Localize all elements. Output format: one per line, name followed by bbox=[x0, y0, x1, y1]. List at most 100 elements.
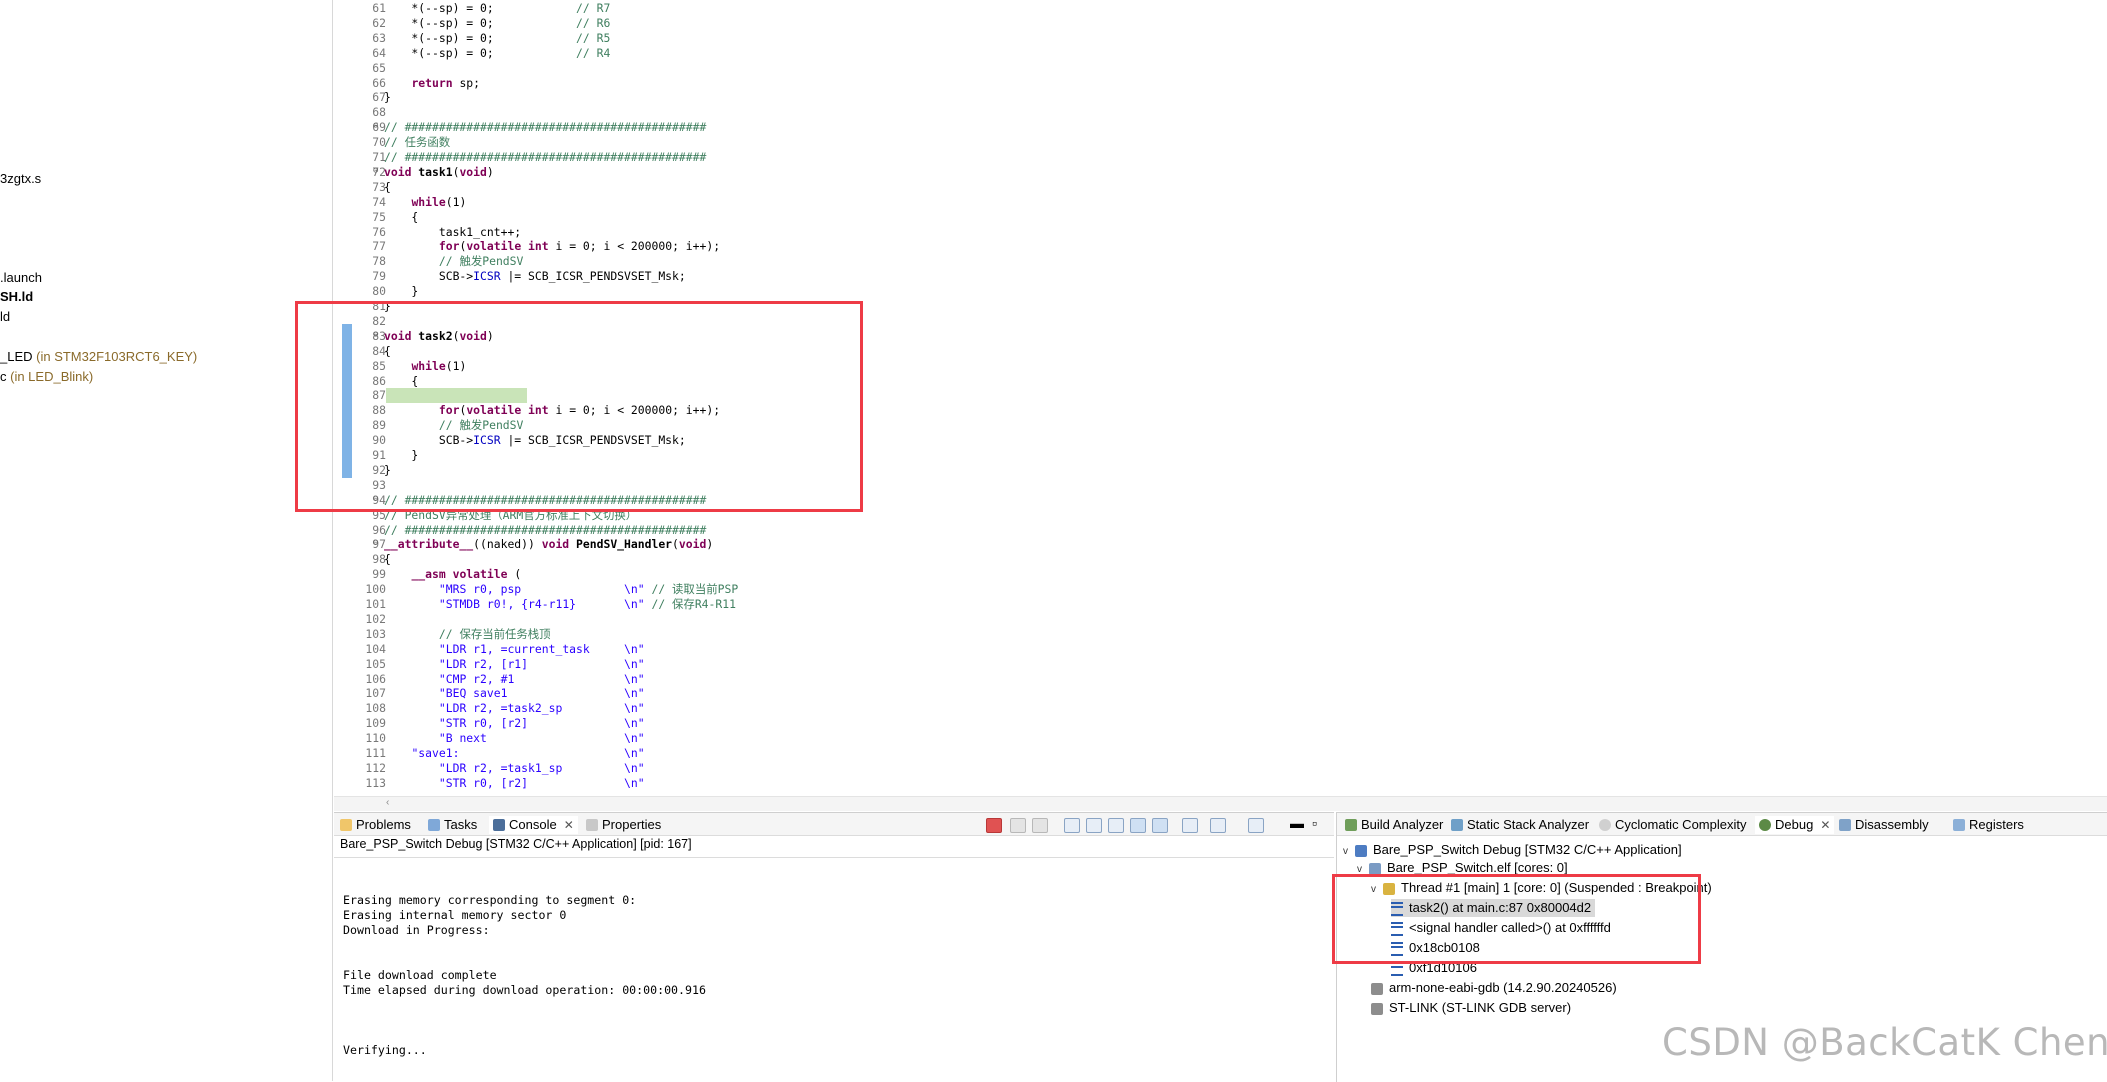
minimize-icon[interactable]: ▬ bbox=[1290, 815, 1304, 831]
project-item[interactable]: ld bbox=[0, 309, 10, 324]
tree-launch[interactable]: v Bare_PSP_Switch Debug [STM32 C/C++ Appl… bbox=[1343, 841, 1682, 861]
project-item[interactable]: c (in LED_Blink) bbox=[0, 369, 93, 384]
code-line[interactable]: 67} bbox=[334, 90, 2107, 105]
code-text: *(--sp) = 0; // R6 bbox=[384, 15, 611, 30]
pin-console-icon[interactable] bbox=[1182, 818, 1198, 833]
line-number: 66 bbox=[372, 75, 386, 90]
stlink-process-icon bbox=[1371, 1002, 1383, 1015]
code-line[interactable]: 71// ###################################… bbox=[334, 150, 2107, 165]
tree-stlink[interactable]: ST-LINK (ST-LINK GDB server) bbox=[1371, 999, 1571, 1017]
line-number: 102 bbox=[365, 611, 386, 626]
code-line[interactable]: 98{ bbox=[334, 552, 2107, 567]
tab-problems[interactable]: Problems bbox=[340, 816, 411, 834]
code-line[interactable]: 109 "STR r0, [r2] \n" bbox=[334, 716, 2107, 731]
code-line[interactable]: 74 while(1) bbox=[334, 195, 2107, 210]
display-console-icon[interactable] bbox=[1210, 818, 1226, 833]
line-number: 73 bbox=[372, 179, 386, 194]
project-item[interactable]: 3zgtx.s bbox=[0, 171, 41, 186]
code-text: while(1) bbox=[411, 194, 467, 209]
code-text: "LDR r2, [r1] \n" bbox=[438, 656, 645, 671]
close-icon[interactable]: ✕ bbox=[564, 816, 574, 834]
fold-collapse-icon[interactable]: ⊖ bbox=[373, 122, 382, 131]
debug-bug-icon bbox=[1759, 819, 1771, 831]
show-on-output-icon[interactable] bbox=[1130, 818, 1146, 833]
scroll-lock-icon[interactable] bbox=[1086, 818, 1102, 833]
project-item[interactable]: .launch bbox=[0, 270, 42, 285]
code-line[interactable]: 68 bbox=[334, 105, 2107, 120]
code-line[interactable]: 105 "LDR r2, [r1] \n" bbox=[334, 657, 2107, 672]
code-line[interactable]: 103 // 保存当前任务栈顶 bbox=[334, 627, 2107, 642]
code-line[interactable]: 78 // 触发PendSV bbox=[334, 254, 2107, 269]
code-line[interactable]: 62 *(--sp) = 0; // R6 bbox=[334, 16, 2107, 31]
code-line[interactable]: 63 *(--sp) = 0; // R5 bbox=[334, 31, 2107, 46]
code-line[interactable]: 112 "LDR r2, =task1_sp \n" bbox=[334, 761, 2107, 776]
code-line[interactable]: 66 return sp; bbox=[334, 76, 2107, 91]
code-line[interactable]: 69 ⊖// ##################################… bbox=[334, 120, 2107, 135]
remove-launch-icon[interactable] bbox=[1010, 818, 1026, 833]
code-line[interactable]: 99 __asm volatile ( bbox=[334, 567, 2107, 582]
tab-console[interactable]: Console ✕ bbox=[489, 816, 578, 834]
cyclomatic-icon bbox=[1599, 819, 1611, 831]
code-line[interactable]: 64 *(--sp) = 0; // R4 bbox=[334, 46, 2107, 61]
code-line[interactable]: 76 task1_cnt++; bbox=[334, 225, 2107, 240]
console-line: Verifying... bbox=[343, 1043, 427, 1057]
code-line[interactable]: 100 "MRS r0, psp \n" // 读取当前PSP bbox=[334, 582, 2107, 597]
tab-cyclomatic-complexity[interactable]: Cyclomatic Complexity bbox=[1599, 816, 1746, 834]
tab-static-stack-analyzer[interactable]: Static Stack Analyzer bbox=[1451, 816, 1589, 834]
editor-horizontal-scrollbar[interactable]: ‹ bbox=[334, 796, 2107, 811]
line-number: 100 bbox=[365, 582, 386, 597]
code-line[interactable]: 72 ⊖ void task1(void) bbox=[334, 165, 2107, 180]
code-text: return sp; bbox=[411, 75, 481, 90]
clear-console-icon[interactable] bbox=[1064, 818, 1080, 833]
line-number: 75 bbox=[372, 209, 386, 224]
console-line: Erasing memory corresponding to segment … bbox=[343, 893, 637, 907]
tab-build-analyzer[interactable]: Build Analyzer bbox=[1345, 816, 1443, 834]
tab-disassembly[interactable]: Disassembly bbox=[1839, 816, 1929, 834]
line-number: 98 bbox=[372, 552, 386, 567]
tree-gdb[interactable]: arm-none-eabi-gdb (14.2.90.20240526) bbox=[1371, 979, 1617, 997]
code-line[interactable]: 96// ###################################… bbox=[334, 523, 2107, 538]
terminate-icon[interactable] bbox=[986, 818, 1002, 833]
code-line[interactable]: 111 "save1: \n" bbox=[334, 746, 2107, 761]
debug-tabbar: Build Analyzer Static Stack Analyzer Cyc… bbox=[1337, 813, 2107, 836]
code-text: "LDR r1, =current_task \n" bbox=[438, 641, 645, 656]
code-line[interactable]: 75 { bbox=[334, 210, 2107, 225]
code-line[interactable]: 61 *(--sp) = 0; // R7 bbox=[334, 1, 2107, 16]
project-item[interactable]: _LED (in STM32F103RCT6_KEY) bbox=[0, 349, 197, 364]
stack-analyzer-icon bbox=[1451, 819, 1463, 831]
word-wrap-icon[interactable] bbox=[1108, 818, 1124, 833]
code-line[interactable]: 113 "STR r0, [r2] \n" bbox=[334, 776, 2107, 791]
code-line[interactable]: 70// 任务函数 bbox=[334, 135, 2107, 150]
tab-properties[interactable]: Properties bbox=[586, 816, 661, 834]
line-number: 103 bbox=[365, 626, 386, 641]
tab-debug[interactable]: Debug ✕ bbox=[1755, 816, 1835, 834]
fold-collapse-icon[interactable]: ⊖ bbox=[373, 539, 382, 548]
tab-registers[interactable]: Registers bbox=[1953, 816, 2024, 834]
show-on-error-icon[interactable] bbox=[1152, 818, 1168, 833]
new-console-icon[interactable] bbox=[1248, 818, 1264, 833]
code-text: "STR r0, [r2] \n" bbox=[438, 775, 645, 790]
chevron-down-icon[interactable]: v bbox=[1343, 843, 1355, 861]
remove-all-icon[interactable] bbox=[1032, 818, 1048, 833]
fold-collapse-icon[interactable]: ⊖ bbox=[373, 166, 382, 176]
line-number: 68 bbox=[372, 105, 386, 120]
code-line[interactable]: 108 "LDR r2, =task2_sp \n" bbox=[334, 701, 2107, 716]
maximize-icon[interactable]: ▫ bbox=[1312, 815, 1317, 831]
code-line[interactable]: 73{ bbox=[334, 180, 2107, 195]
tab-tasks[interactable]: Tasks bbox=[428, 816, 477, 834]
code-line[interactable]: 106 "CMP r2, #1 \n" bbox=[334, 672, 2107, 687]
code-line[interactable]: 79 SCB->ICSR |= SCB_ICSR_PENDSVSET_Msk; bbox=[334, 269, 2107, 284]
code-line[interactable]: 77 for(volatile int i = 0; i < 200000; i… bbox=[334, 239, 2107, 254]
code-line[interactable]: 102 bbox=[334, 612, 2107, 627]
code-text: "LDR r2, =task1_sp \n" bbox=[438, 760, 645, 775]
code-line[interactable]: 110 "B next \n" bbox=[334, 731, 2107, 746]
close-icon[interactable]: ✕ bbox=[1820, 816, 1830, 834]
code-line[interactable]: 104 "LDR r1, =current_task \n" bbox=[334, 642, 2107, 657]
project-item[interactable]: SH.ld bbox=[0, 289, 33, 304]
code-line[interactable]: 97 ⊖ __attribute__((naked)) void PendSV_Ha… bbox=[334, 537, 2107, 552]
code-line[interactable]: 107 "BEQ save1 \n" bbox=[334, 686, 2107, 701]
code-line[interactable]: 101 "STMDB r0!, {r4-r11} \n" // 保存R4-R11 bbox=[334, 597, 2107, 612]
code-text: __attribute__((naked)) void PendSV_Handl… bbox=[384, 537, 714, 552]
code-line[interactable]: 65 bbox=[334, 61, 2107, 76]
code-line[interactable]: 80 } bbox=[334, 284, 2107, 299]
